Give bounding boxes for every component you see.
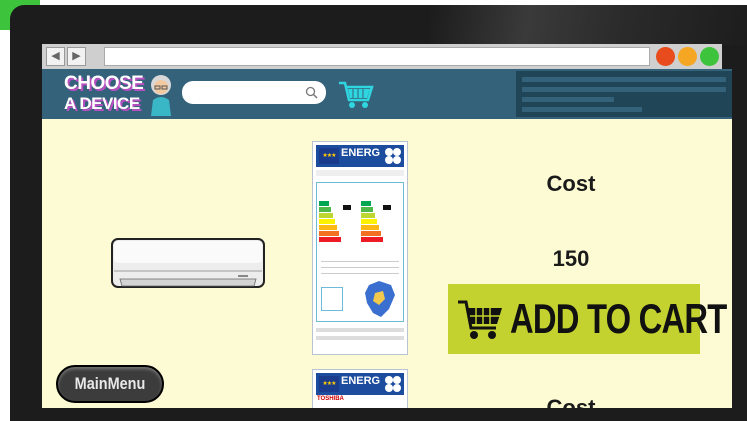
back-arrow-icon[interactable]: ◀ (46, 47, 65, 66)
forward-arrow-icon[interactable]: ▶ (67, 47, 86, 66)
header-info-panel (516, 71, 732, 117)
energy-rating-panel (316, 182, 404, 322)
logo-line-2: A DEVICE (64, 94, 140, 113)
energy-label-1[interactable]: ★★★ ENERG (312, 141, 408, 355)
sound-icon (321, 287, 343, 311)
site-header: CHOOSE A DEVICE (42, 69, 732, 119)
shopping-cart-icon[interactable] (338, 80, 374, 110)
add-to-cart-label: ADD TO CART (510, 295, 727, 342)
address-bar[interactable] (104, 47, 650, 66)
energy-icons (385, 376, 401, 392)
shopping-cart-icon (458, 300, 502, 339)
minimize-window-button[interactable] (678, 47, 697, 66)
cost-label: Cost (546, 171, 596, 196)
europe-map-icon (365, 281, 395, 317)
choose-a-device-logo[interactable]: CHOOSE A DEVICE (64, 74, 174, 116)
energy-label-brand: ENERG (341, 375, 381, 387)
energy-label-brand: ENERG (341, 147, 381, 159)
energy-label-2[interactable]: ★★★ ENERG TOSHIBA (312, 369, 408, 408)
add-to-cart-button[interactable]: ADD TO CART (448, 284, 727, 354)
product-price: 150 (552, 246, 590, 271)
label-maker: TOSHIBA (317, 396, 344, 402)
search-icon[interactable] (305, 86, 318, 99)
cost-label-2: Cost (546, 395, 596, 408)
eu-flag-icon: ★★★ (319, 148, 339, 164)
eu-flag-icon: ★★★ (319, 376, 339, 392)
air-conditioner-image[interactable] (110, 237, 268, 291)
maximize-window-button[interactable] (700, 47, 719, 66)
browser-toolbar: ◀ ▶ (42, 44, 722, 69)
grandparent-avatar-icon (151, 75, 171, 116)
energy-icons (385, 148, 401, 164)
logo-line-1: CHOOSE (64, 73, 144, 94)
search-input[interactable] (182, 81, 326, 104)
close-window-button[interactable] (656, 47, 675, 66)
main-menu-button[interactable]: MainMenu (56, 365, 164, 403)
main-menu-label: MainMenu (74, 374, 146, 393)
